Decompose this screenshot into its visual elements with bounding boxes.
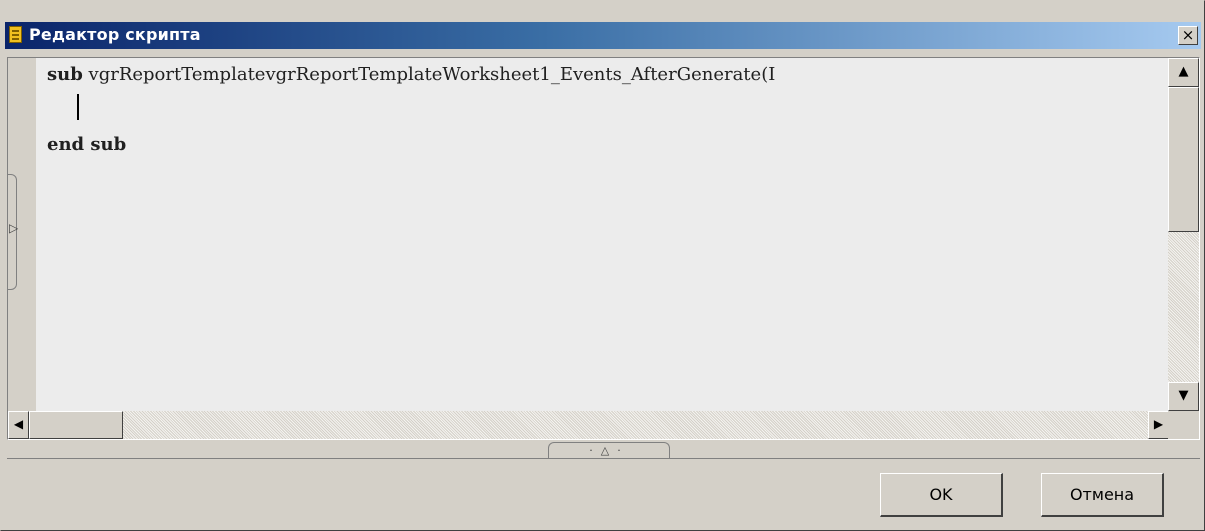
close-button[interactable]: ×: [1178, 26, 1198, 45]
horizontal-scroll-thumb[interactable]: [29, 411, 123, 439]
code-keyword: sub: [47, 64, 83, 85]
text-caret: [77, 94, 79, 120]
cancel-button[interactable]: Отмена: [1041, 473, 1164, 517]
title-bar[interactable]: Редактор скрипта ×: [5, 22, 1201, 49]
code-identifier: vgrReportTemplatevgrReportTemplateWorksh…: [82, 64, 776, 85]
fold-toggle-icon[interactable]: ▷: [9, 222, 18, 234]
scroll-left-button[interactable]: ◀: [8, 411, 29, 439]
scroll-down-button[interactable]: ▼: [1168, 382, 1199, 411]
panel-splitter-handle[interactable]: ·△·: [548, 442, 670, 458]
scroll-right-button[interactable]: ▶: [1148, 411, 1169, 439]
script-editor-dialog: Редактор скрипта × ▷ sub vgrReportTempla…: [0, 0, 1205, 531]
code-line-3: end sub: [47, 134, 127, 155]
scrollbar-corner: [1168, 411, 1199, 439]
code-editor[interactable]: ▷ sub vgrReportTemplatevgrReportTemplate…: [7, 57, 1200, 440]
vertical-scrollbar[interactable]: ▲ ▼: [1168, 58, 1199, 411]
divider: [7, 458, 1200, 459]
horizontal-scrollbar[interactable]: ◀ ▶: [8, 411, 1169, 439]
vertical-scroll-thumb[interactable]: [1168, 87, 1199, 232]
scroll-up-button[interactable]: ▲: [1168, 58, 1199, 87]
code-text-area[interactable]: sub vgrReportTemplatevgrReportTemplateWo…: [36, 58, 1168, 411]
script-document-icon: [9, 26, 22, 43]
code-gutter: ▷: [8, 58, 36, 411]
ok-button[interactable]: OK: [880, 473, 1003, 517]
window-title: Редактор скрипта: [29, 25, 201, 44]
code-line-1: sub vgrReportTemplatevgrReportTemplateWo…: [47, 64, 775, 85]
